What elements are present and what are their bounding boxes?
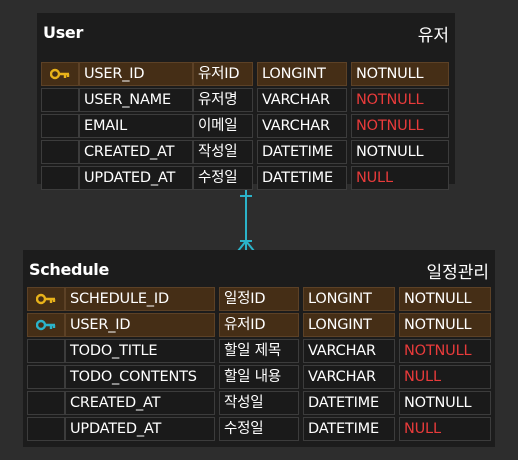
column-type: VARCHAR [303, 339, 395, 363]
entity-schedule[interactable]: Schedule 일정관리 SCHEDULE_ID 일정ID LONGINT NOTN… [23, 250, 495, 447]
table-row[interactable]: TODO_CONTENTS 할일 내용 VARCHAR NULL [23, 364, 495, 390]
column-type: DATETIME [303, 391, 395, 415]
table-row[interactable]: TODO_TITLE 할일 제목 VARCHAR NOTNULL [23, 338, 495, 364]
column-logical-name: 유저명 [193, 88, 253, 112]
column-nullability: NULL [351, 166, 449, 190]
column-name: CREATED_AT [79, 140, 193, 164]
column-name: TODO_TITLE [65, 339, 215, 363]
table-row[interactable]: CREATED_AT 작성일 DATETIME NOTNULL [37, 139, 455, 165]
table-row[interactable]: USER_NAME 유저명 VARCHAR NOTNULL [37, 87, 455, 113]
column-type: VARCHAR [257, 114, 347, 138]
column-type: LONGINT [257, 62, 347, 86]
key-cell [27, 339, 65, 363]
key-cell [27, 313, 65, 337]
key-cell [41, 140, 79, 164]
key-cell [41, 166, 79, 190]
key-cell [41, 88, 79, 112]
column-logical-name: 수정일 [193, 166, 253, 190]
column-type: DATETIME [303, 417, 395, 441]
column-nullability: NULL [399, 365, 491, 389]
entity-alias: 유저 [417, 26, 449, 46]
column-name: USER_NAME [79, 88, 193, 112]
entity-alias: 일정관리 [426, 263, 489, 283]
column-type: DATETIME [257, 166, 347, 190]
table-row[interactable]: SCHEDULE_ID 일정ID LONGINT NOTNULL [23, 286, 495, 312]
column-logical-name: 작성일 [219, 391, 299, 415]
entity-name: Schedule [29, 260, 110, 279]
key-cell [41, 114, 79, 138]
key-cell [27, 365, 65, 389]
column-type: LONGINT [303, 313, 395, 337]
column-logical-name: 할일 제목 [219, 339, 299, 363]
column-type: VARCHAR [303, 365, 395, 389]
column-name: CREATED_AT [65, 391, 215, 415]
column-nullability: NOTNULL [351, 140, 449, 164]
table-row[interactable]: USER_ID 유저ID LONGINT NOTNULL [37, 61, 455, 87]
column-nullability: NOTNULL [351, 114, 449, 138]
column-nullability: NOTNULL [399, 313, 491, 337]
column-nullability: NOTNULL [399, 287, 491, 311]
column-type: DATETIME [257, 140, 347, 164]
column-nullability: NOTNULL [351, 88, 449, 112]
key-cell [41, 62, 79, 86]
column-logical-name: 수정일 [219, 417, 299, 441]
column-name: USER_ID [79, 62, 193, 86]
column-name: UPDATED_AT [65, 417, 215, 441]
table-row[interactable]: EMAIL 이메일 VARCHAR NOTNULL [37, 113, 455, 139]
entity-name: User [43, 23, 84, 42]
column-nullability: NOTNULL [399, 339, 491, 363]
column-type: VARCHAR [257, 88, 347, 112]
column-name: SCHEDULE_ID [65, 287, 215, 311]
column-logical-name: 유저ID [193, 62, 253, 86]
column-type: LONGINT [303, 287, 395, 311]
table-row[interactable]: UPDATED_AT 수정일 DATETIME NULL [37, 165, 455, 191]
teal-key-icon [36, 319, 56, 331]
table-row[interactable]: CREATED_AT 작성일 DATETIME NOTNULL [23, 390, 495, 416]
column-name: TODO_CONTENTS [65, 365, 215, 389]
column-nullability: NOTNULL [351, 62, 449, 86]
gold-key-icon [36, 293, 56, 305]
entity-header: Schedule 일정관리 [23, 250, 495, 290]
column-name: USER_ID [65, 313, 215, 337]
key-cell [27, 287, 65, 311]
column-logical-name: 작성일 [193, 140, 253, 164]
column-logical-name: 일정ID [219, 287, 299, 311]
gold-key-icon [50, 68, 70, 80]
column-nullability: NOTNULL [399, 391, 491, 415]
column-nullability: NULL [399, 417, 491, 441]
table-row[interactable]: USER_ID 유저ID LONGINT NOTNULL [23, 312, 495, 338]
key-cell [27, 391, 65, 415]
table-row[interactable]: UPDATED_AT 수정일 DATETIME NULL [23, 416, 495, 442]
column-logical-name: 이메일 [193, 114, 253, 138]
key-cell [27, 417, 65, 441]
relationship-line [237, 187, 255, 252]
entity-user[interactable]: User 유저 USER_ID 유저ID LONGINT NOTNULL USER_NA… [37, 13, 455, 190]
column-name: EMAIL [79, 114, 193, 138]
column-name: UPDATED_AT [79, 166, 193, 190]
entity-header: User 유저 [37, 13, 455, 53]
column-logical-name: 유저ID [219, 313, 299, 337]
column-logical-name: 할일 내용 [219, 365, 299, 389]
